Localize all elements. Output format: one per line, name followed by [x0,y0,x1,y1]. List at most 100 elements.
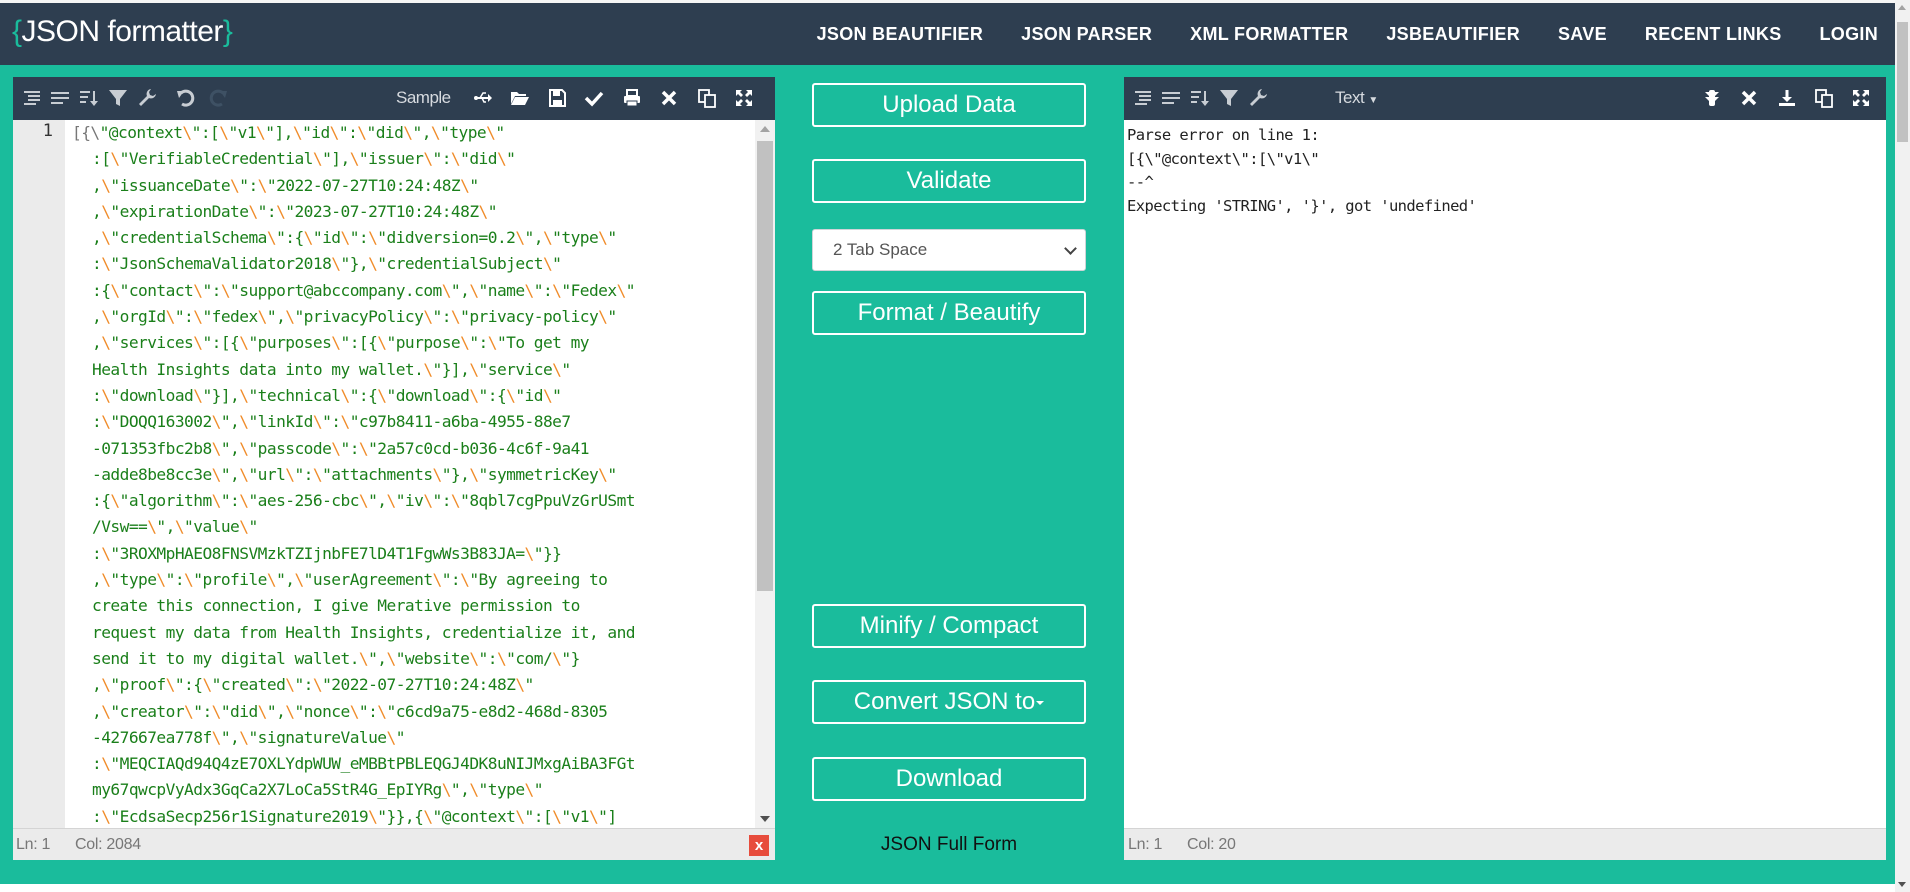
code-line: :\"MEQCIAQd94Q4zE7OXLYdpWUW_eMBBtPBLEQGJ… [92,754,636,774]
code-line: :\"JsonSchemaValidator2018\"},\"credenti… [92,254,562,274]
code-line: -427667ea778f\",\"signatureValue\" [92,727,405,747]
chevron-down-icon [1064,242,1077,255]
traffic-icon[interactable] [1699,85,1725,111]
code-line: :\"EcdsaSecp256r1Signature2019\"}},{\"@c… [92,806,617,826]
output-panel: Text ▼ Parse error on line 1: [{\"@conte… [1124,77,1886,860]
download-button[interactable]: Download [812,757,1086,801]
nav-xml-formatter[interactable]: XML FORMATTER [1190,24,1348,45]
usb-icon[interactable] [470,85,496,111]
undo-icon[interactable] [173,85,199,111]
code-line: -adde8be8cc3e\",\"url\":\"attachments\"}… [92,464,617,484]
caret-down-icon: ▼ [1368,95,1378,106]
nav-save[interactable]: SAVE [1558,24,1607,45]
cursor-column: Col: 20 [1187,836,1236,853]
editor-scrollbar[interactable] [755,120,775,828]
input-code-text[interactable]: [{\"@context\":[\"v1\"],\"id\":\"did\",\… [72,120,755,828]
nav-json-beautifier[interactable]: JSON BEAUTIFIER [817,24,984,45]
check-icon[interactable] [581,85,607,111]
code-line: :\"download\"}],\"technical\":{\"downloa… [92,385,562,405]
caret-down-icon [1036,700,1045,705]
minify-compact-button[interactable]: Minify / Compact [812,604,1086,648]
code-line: -071353fbc2b8\",\"passcode\":\"2a57c0cd-… [92,438,590,458]
cursor-line: Ln: 1 [1128,836,1163,853]
sort-icon[interactable] [1187,85,1213,111]
upload-data-button[interactable]: Upload Data [812,83,1086,127]
logo[interactable]: {JSON formatter} [12,15,233,49]
code-line: ,\"type\":\"profile\",\"userAgreement\":… [92,570,608,590]
cursor-line: Ln: 1 [16,836,51,853]
mode-select[interactable]: Text ▼ [1335,88,1378,108]
scroll-thumb[interactable] [757,141,773,591]
convert-json-dropdown[interactable]: Convert JSON to [812,680,1086,724]
save-icon[interactable] [544,85,570,111]
scroll-down-arrow-icon[interactable] [1898,882,1906,887]
sample-button[interactable]: Sample [396,88,451,108]
parse-error-output[interactable]: Parse error on line 1: [{\"@context\":[\… [1127,124,1477,218]
sort-icon[interactable] [76,85,102,111]
format-icon[interactable] [1130,85,1156,111]
output-text-area[interactable]: Parse error on line 1: [{\"@context\":[\… [1124,120,1886,828]
fullscreen-icon[interactable] [1848,85,1874,111]
code-line: request my data from Health Insights, cr… [92,622,636,642]
input-editor-panel: Sample 1 [{\"@context\":[\"v1\"],\"id\":… [13,77,775,860]
code-line: :\"DOQQ163002\",\"linkId\":\"c97b8411-a6… [92,412,571,432]
print-icon[interactable] [619,85,645,111]
input-status-bar: Ln: 1 Col: 2084 x [13,828,775,860]
filter-icon[interactable] [105,85,131,111]
compact-icon[interactable] [47,85,73,111]
indent-select[interactable]: 2 Tab Space [812,229,1086,271]
code-line: Health Insights data into my wallet.\"}]… [92,359,571,379]
filter-icon[interactable] [1216,85,1242,111]
format-beautify-button[interactable]: Format / Beautify [812,291,1086,335]
logo-brace-open: { [12,15,22,48]
validate-button[interactable]: Validate [812,159,1086,203]
copy-icon[interactable] [1811,85,1837,111]
page-scrollbar[interactable] [1895,0,1910,892]
scroll-up-arrow-icon[interactable] [760,126,770,132]
nav-login[interactable]: LOGIN [1820,24,1879,45]
line-number-gutter: 1 [13,120,65,828]
format-icon[interactable] [19,85,45,111]
code-line: my67qwcpVyAdx3GqCa2X7LoCa5StR4G_EpIYRg\"… [92,780,544,800]
download-icon[interactable] [1774,85,1800,111]
redo-icon [205,85,231,111]
nav-jsbeautifier[interactable]: JSBEAUTIFIER [1386,24,1520,45]
nav-recent-links[interactable]: RECENT LINKS [1645,24,1782,45]
folder-open-icon[interactable] [507,85,533,111]
repair-icon[interactable] [134,85,160,111]
page-scroll-thumb[interactable] [1897,22,1908,142]
scroll-down-arrow-icon[interactable] [760,816,770,822]
code-line: ,\"issuanceDate\":\"2022-07-27T10:24:48Z… [92,175,479,195]
line-number: 1 [42,121,53,141]
code-line: create this connection, I give Merative … [92,596,580,616]
code-line: :{\"contact\":\"support@abccompany.com\"… [92,280,636,300]
code-line: :{\"algorithm\":\"aes-256-cbc\",\"iv\":\… [92,491,636,511]
copy-icon[interactable] [694,85,720,111]
clear-icon[interactable] [656,85,682,111]
nav-json-parser[interactable]: JSON PARSER [1021,24,1152,45]
cursor-column: Col: 2084 [75,836,141,853]
input-code-editor[interactable]: 1 [{\"@context\":[\"v1\"],\"id\":\"did\"… [13,120,775,828]
mode-select-label: Text [1335,88,1365,107]
repair-icon[interactable] [1245,85,1271,111]
main-nav: JSON BEAUTIFIER JSON PARSER XML FORMATTE… [779,24,1878,45]
logo-brace-close: } [222,15,233,48]
code-line: ,\"orgId\":\"fedex\",\"privacyPolicy\":\… [92,307,617,327]
clear-icon[interactable] [1736,85,1762,111]
input-toolbar: Sample [13,77,775,120]
logo-text: JSON formatter [21,15,224,48]
json-full-form-link[interactable]: JSON Full Form [812,834,1086,856]
site-header: {JSON formatter} JSON BEAUTIFIER JSON PA… [0,3,1895,65]
convert-json-label: Convert JSON to [853,688,1036,715]
indent-select-value: 2 Tab Space [833,240,928,259]
fullscreen-icon[interactable] [731,85,757,111]
output-status-bar: Ln: 1 Col: 20 [1124,828,1886,860]
code-line: /Vsw==\",\"value\" [92,517,258,537]
code-line: ,\"expirationDate\":\"2023-07-27T10:24:4… [92,201,497,221]
compact-icon[interactable] [1158,85,1184,111]
code-line: [{\"@context\":[\"v1\"],\"id\":\"did\",\… [72,123,505,142]
error-indicator-button[interactable]: x [749,835,769,856]
code-line: :\"3ROXMpHAEO8FNSVMzkTZIjnbFE7lD4T1FgwWs… [92,543,562,563]
code-line: ,\"proof\":{\"created\":\"2022-07-27T10:… [92,675,534,695]
scroll-up-arrow-icon[interactable] [1898,5,1906,10]
